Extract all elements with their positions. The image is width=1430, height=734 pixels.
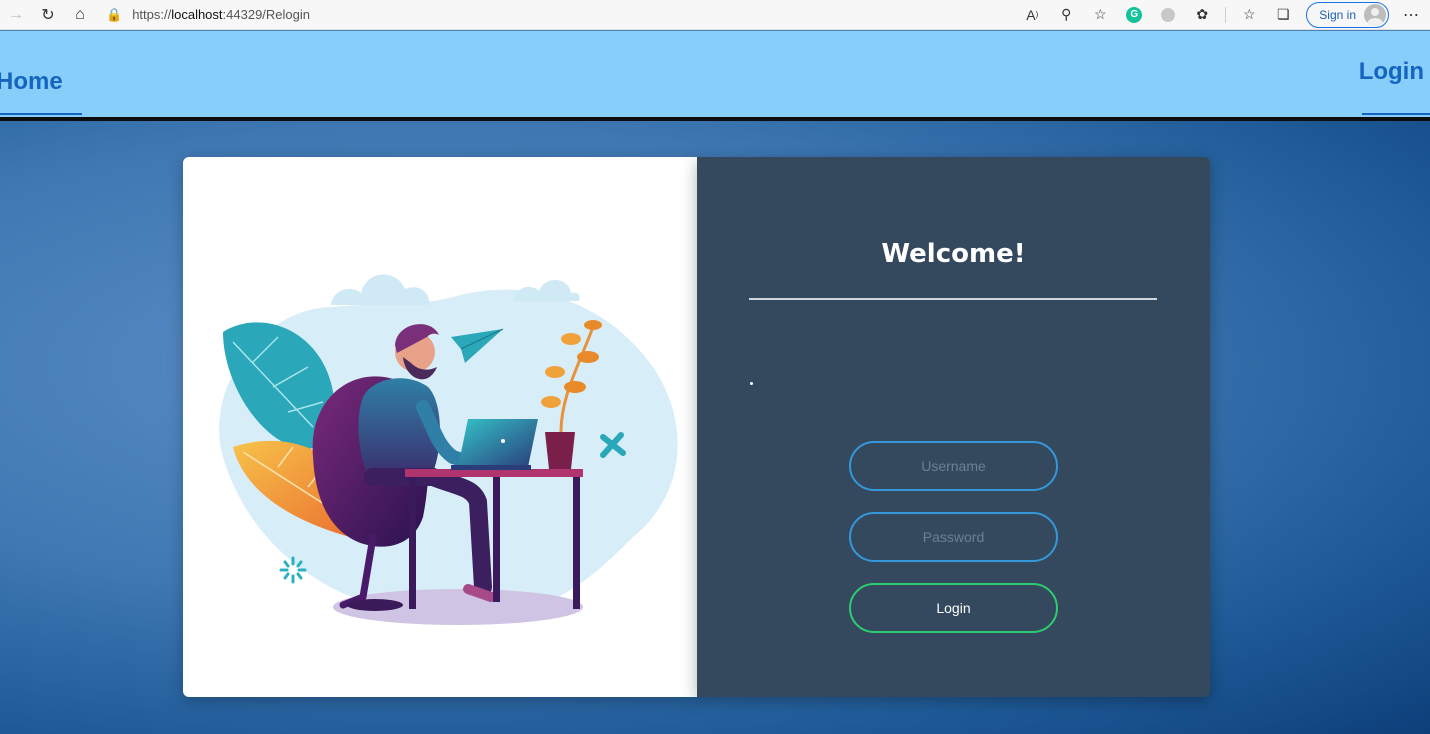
nav-home-link[interactable]: Home: [0, 68, 63, 96]
browser-toolbar: → ↻ ⌂ 🔒 https://localhost:44329/Relogin …: [0, 0, 1430, 30]
login-submit-button[interactable]: Login: [849, 583, 1058, 633]
welcome-heading: Welcome!: [881, 239, 1026, 269]
illustration-panel: [183, 157, 697, 697]
profile-icon: [1364, 3, 1386, 26]
profile-sign-in-button[interactable]: Sign in: [1306, 1, 1389, 28]
login-panel: Welcome! Login: [697, 157, 1210, 697]
url-host: localhost: [171, 7, 223, 22]
address-bar[interactable]: 🔒 https://localhost:44329/Relogin: [106, 3, 1017, 27]
sign-in-label: Sign in: [1319, 7, 1356, 22]
zoom-icon[interactable]: ⚲: [1051, 3, 1081, 27]
url-prefix: https://: [132, 7, 172, 22]
url-path: :44329/Relogin: [222, 7, 310, 22]
nav-home-underline: [0, 113, 82, 115]
more-icon[interactable]: ⋯: [1403, 5, 1420, 25]
nav-login-link[interactable]: Login: [1359, 58, 1424, 86]
favorite-add-icon[interactable]: ☆: [1085, 3, 1115, 27]
decorative-dot: [750, 382, 753, 385]
app-navbar: Home Login: [0, 31, 1430, 117]
grammarly-icon[interactable]: G: [1119, 3, 1149, 27]
toolbar-separator: [1225, 6, 1227, 23]
refresh-icon[interactable]: ↻: [32, 3, 64, 27]
password-input[interactable]: [849, 512, 1058, 562]
home-icon[interactable]: ⌂: [64, 3, 96, 27]
nav-login-underline: [1362, 113, 1430, 115]
collections-icon[interactable]: ❏: [1268, 3, 1298, 27]
extension-icon[interactable]: [1153, 3, 1183, 27]
illustration-image: [219, 274, 678, 625]
extensions-icon[interactable]: ✿: [1187, 3, 1217, 27]
heading-divider: [749, 298, 1157, 300]
back-icon[interactable]: →: [0, 3, 32, 27]
lock-icon[interactable]: 🔒: [106, 7, 122, 23]
favorites-icon[interactable]: ☆: [1234, 3, 1264, 27]
read-aloud-icon[interactable]: A): [1017, 3, 1047, 27]
username-input[interactable]: [849, 441, 1058, 491]
